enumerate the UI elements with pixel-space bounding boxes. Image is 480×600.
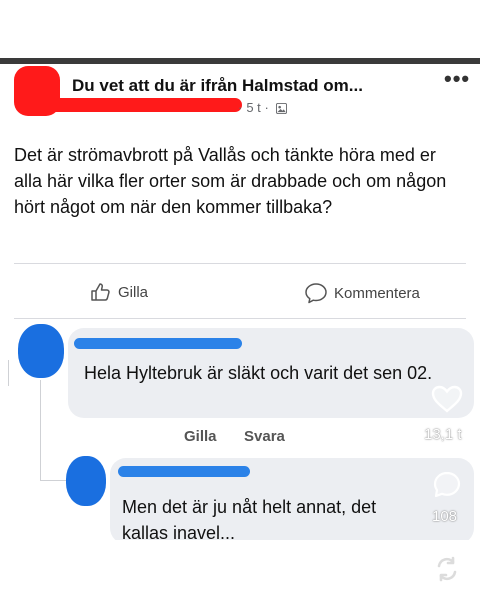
- comments-count: 108: [432, 508, 458, 525]
- post-meta: · 5 t ·: [238, 100, 288, 115]
- group-privacy-icon: [276, 103, 288, 114]
- more-options-icon[interactable]: •••: [444, 66, 470, 92]
- redacted-comment-avatar: [18, 324, 64, 378]
- post-divider: [14, 263, 466, 264]
- heart-icon[interactable]: [430, 384, 464, 414]
- comment-button[interactable]: Kommentera: [304, 282, 420, 304]
- like-button[interactable]: Gilla: [90, 282, 148, 302]
- comment-overlay-icon[interactable]: [432, 470, 462, 500]
- redacted-author-name: [18, 98, 242, 112]
- meta-dot: ·: [238, 100, 243, 115]
- comment-reply-button[interactable]: Svara: [244, 428, 285, 445]
- comment-icon: [305, 283, 327, 304]
- actions-divider: [14, 318, 466, 319]
- comment-like-button[interactable]: Gilla: [184, 428, 217, 445]
- comment-text: Hela Hyltebruk är släkt och varit det se…: [84, 363, 433, 383]
- like-label: Gilla: [118, 283, 149, 301]
- reply-text: Men det är ju nåt helt annat, det kallas…: [122, 497, 377, 543]
- redacted-commenter-name: [74, 338, 242, 349]
- repost-icon[interactable]: [432, 554, 462, 584]
- redacted-replier-name: [118, 466, 250, 477]
- thread-line: [40, 380, 41, 480]
- thread-line-left: [8, 360, 9, 386]
- comment-label: Kommentera: [334, 284, 420, 302]
- redacted-reply-avatar: [66, 456, 106, 506]
- meta-dot-2: ·: [264, 100, 269, 115]
- group-title[interactable]: Du vet att du är ifrån Halmstad om...: [72, 76, 363, 96]
- post-body: Det är strömavbrott på Vallås och tänkte…: [14, 145, 447, 217]
- post-time[interactable]: 5 t: [246, 100, 260, 115]
- bottom-area: [0, 540, 480, 600]
- likes-count: 13,1 t: [424, 426, 462, 443]
- thumbs-up-icon: [91, 283, 110, 301]
